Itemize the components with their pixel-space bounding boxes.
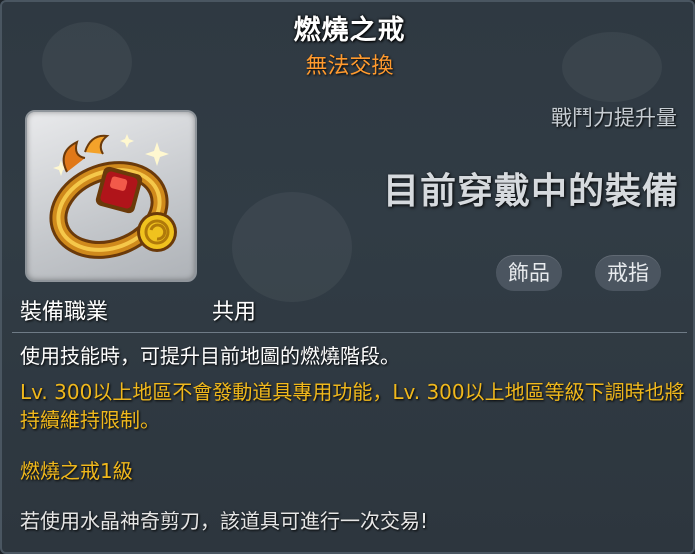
level-restriction-note: Lv. 300以上地區不會發動道具專用功能，Lv. 300以上地區等級下調時也將… (20, 380, 685, 432)
ring-level: 燃燒之戒1級 (20, 459, 133, 483)
category-tag-ring: 戒指 (595, 255, 661, 291)
background-decoration (232, 192, 352, 302)
equipped-indicator: 目前穿戴中的裝備 (382, 171, 679, 212)
item-tooltip: 燃燒之戒 無法交換 戰鬥力提升量 目前穿戴中的裝備 飾品 戒指 裝備職業 共用 … (0, 0, 695, 554)
combat-power-label: 戰鬥力提升量 (551, 106, 677, 130)
job-label: 裝備職業 (20, 300, 109, 325)
divider (12, 332, 687, 333)
item-icon-frame (25, 110, 197, 282)
category-tag-accessory: 飾品 (496, 255, 562, 291)
item-name: 燃燒之戒 (293, 15, 406, 46)
scissors-trade-note: 若使用水晶神奇剪刀，該道具可進行一次交易! (20, 509, 429, 533)
trade-status: 無法交換 (305, 54, 394, 79)
job-value: 共用 (212, 300, 257, 325)
burning-ring-icon (49, 134, 177, 259)
item-description: 使用技能時，可提升目前地圖的燃燒階段。 (20, 344, 400, 368)
